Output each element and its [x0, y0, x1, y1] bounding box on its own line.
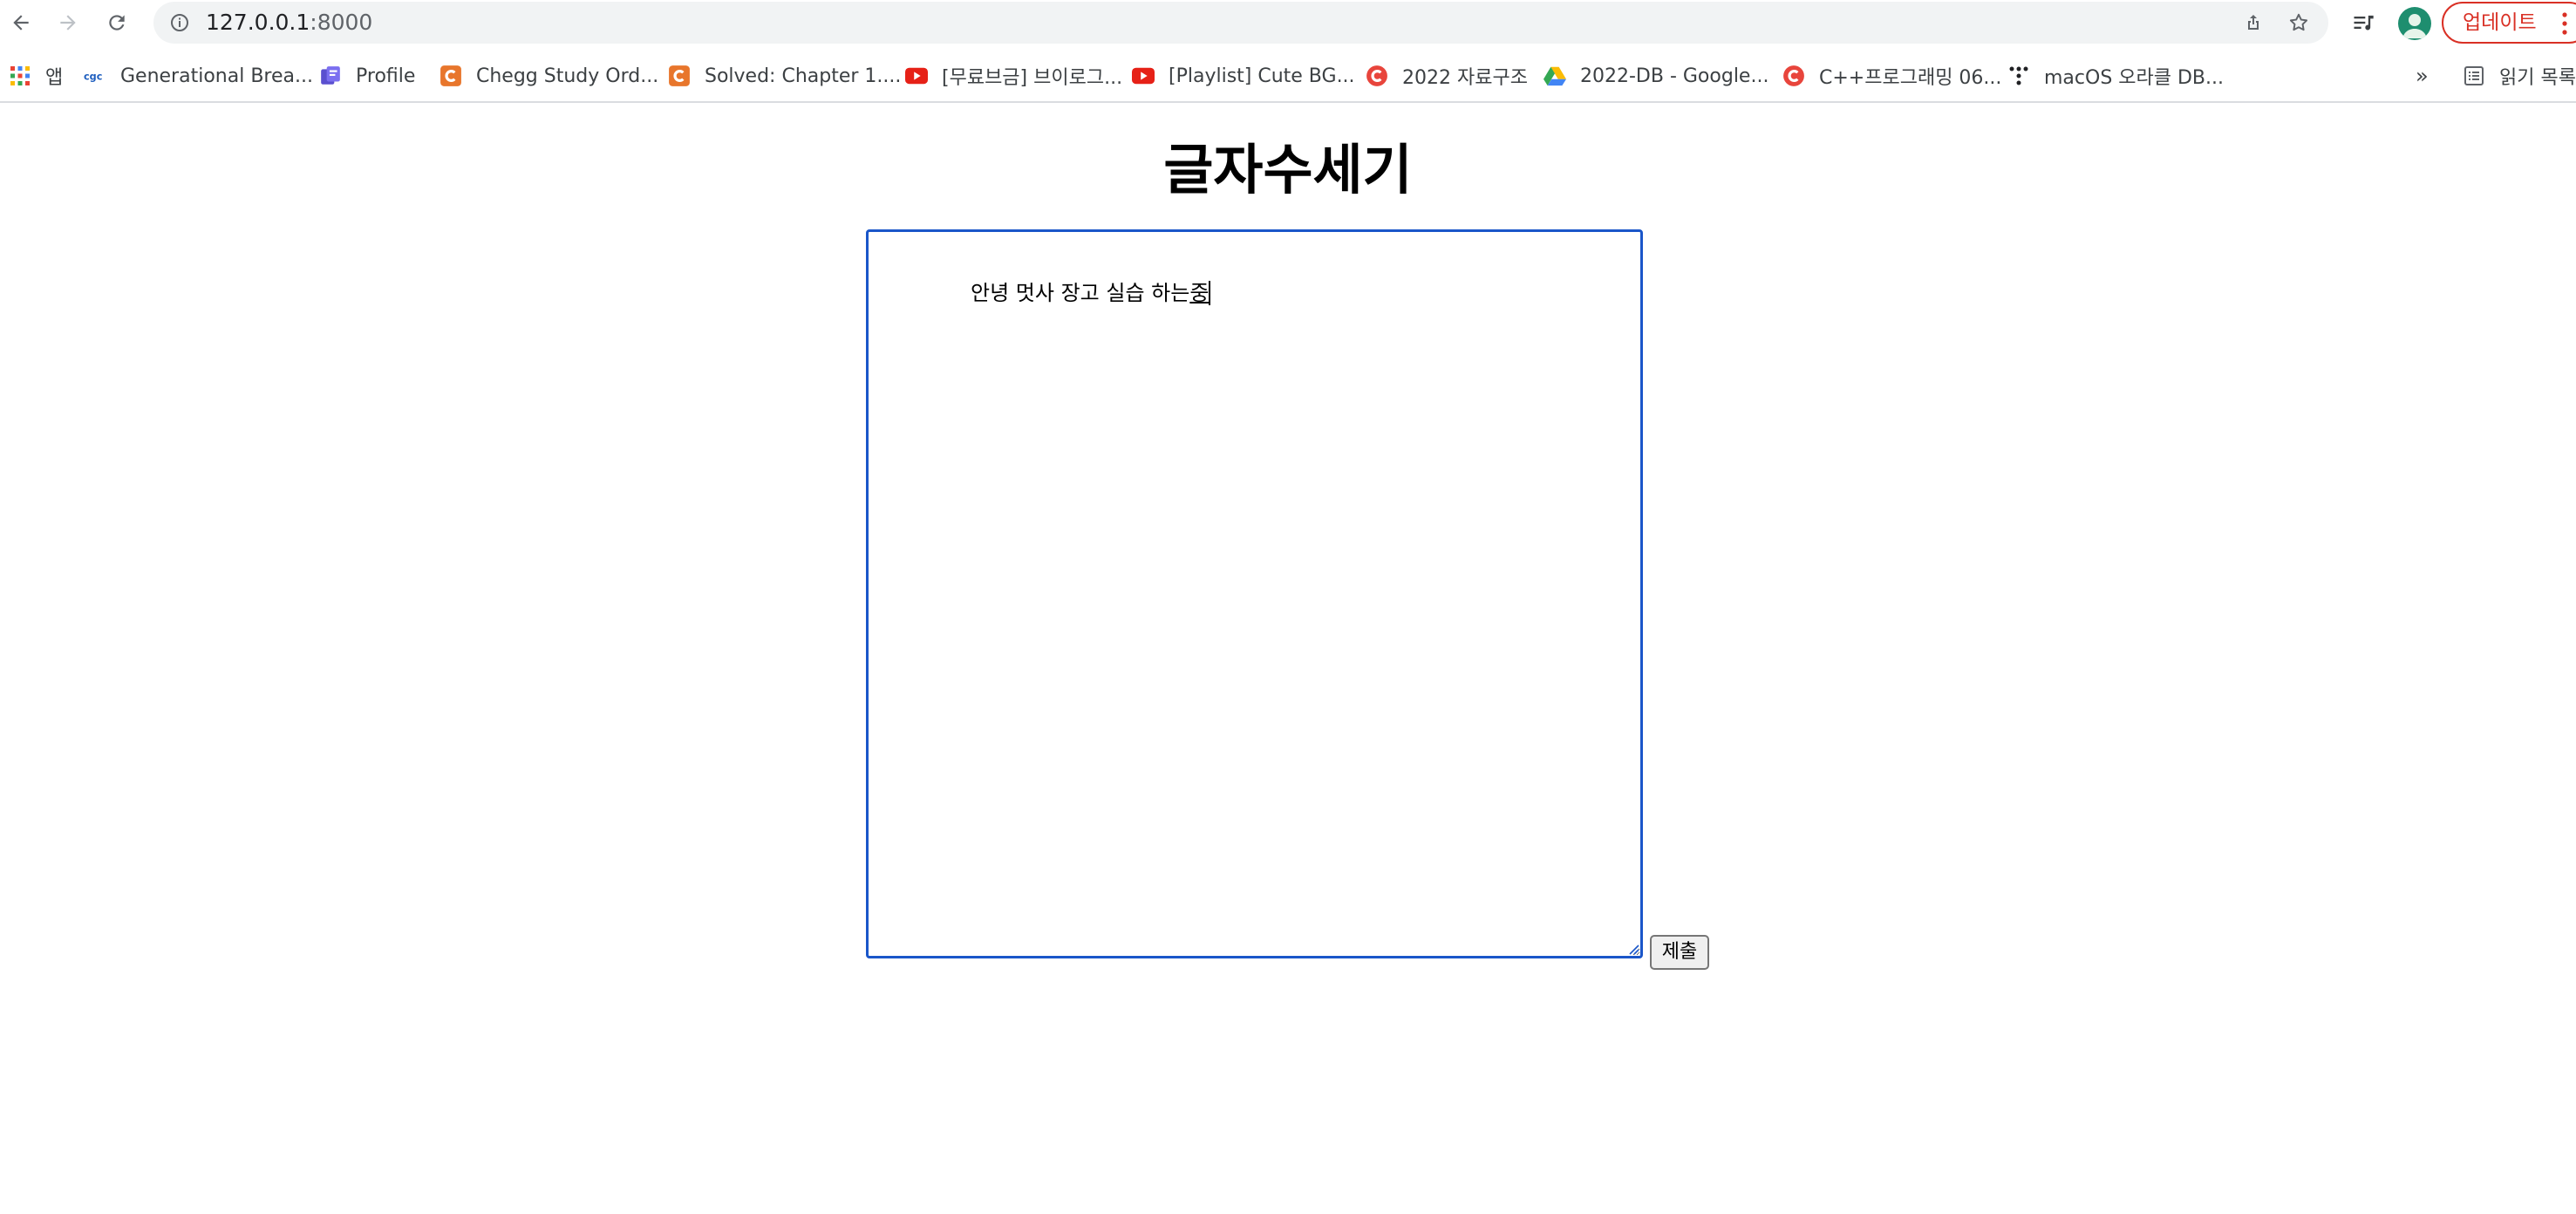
bookmark-free-bgm[interactable]: [무료브금] 브이로그...: [905, 61, 1122, 91]
bookmarks-overflow-button[interactable]: »: [2416, 61, 2429, 91]
page-title: 글자수세기: [1163, 138, 1413, 201]
forward-icon[interactable]: [51, 5, 85, 40]
back-icon[interactable]: [3, 5, 38, 40]
share-icon[interactable]: [2241, 10, 2266, 35]
c-logo-icon: [1782, 65, 1805, 87]
url-text: 127.0.0.1:8000: [206, 10, 372, 35]
address-bar[interactable]: 127.0.0.1:8000: [153, 2, 2328, 44]
chegg-icon: [440, 65, 462, 87]
bookmark-generational[interactable]: cgc Generational Brea...: [84, 61, 313, 91]
bookmark-label: macOS 오라클 DB...: [2044, 67, 2225, 89]
reload-icon[interactable]: [99, 5, 134, 40]
bookmark-label: Profile: [356, 65, 416, 87]
submit-button[interactable]: 제출: [1650, 935, 1709, 970]
youtube-icon: [1132, 65, 1155, 87]
bookmarks-overflow-label: »: [2416, 64, 2429, 88]
cgc-logo-icon: cgc: [84, 65, 106, 87]
apps-grid-icon: [9, 65, 31, 87]
bookmark-macos-oracle[interactable]: macOS 오라클 DB...: [2007, 61, 2224, 91]
svg-text:cgc: cgc: [84, 71, 102, 82]
update-button-label: 업데이트: [2463, 11, 2537, 34]
bookmark-label: 앱: [45, 67, 64, 89]
update-button[interactable]: 업데이트: [2442, 2, 2576, 44]
bookmark-label: Chegg Study Ord...: [476, 65, 659, 87]
browser-chrome: 127.0.0.1:8000 업데이트 앱 cgc Generational B…: [0, 0, 2576, 103]
bookmark-label: C++프로그래밍 06...: [1819, 67, 2002, 89]
bookmark-label: 2022 자료구조: [1402, 67, 1528, 89]
reading-list-button[interactable]: 읽기 목록: [2463, 61, 2576, 91]
url-port: :8000: [310, 10, 373, 35]
composing-character: 중: [1189, 281, 1211, 305]
bookmark-label: [Playlist] Cute BG...: [1169, 65, 1355, 87]
youtube-icon: [905, 65, 928, 87]
bookmark-db-google[interactable]: 2022-DB - Google...: [1544, 61, 1768, 91]
bookmark-label: Generational Brea...: [120, 65, 313, 87]
more-menu-icon[interactable]: [2562, 11, 2567, 36]
google-drive-icon: [1544, 65, 1566, 87]
bookmark-star-icon[interactable]: [2286, 10, 2311, 35]
bookmark-label: 2022-DB - Google...: [1580, 65, 1769, 87]
bookmark-label: Solved: Chapter 1....: [705, 65, 902, 87]
url-host: 127.0.0.1: [206, 10, 310, 35]
bookmark-playlist-bgm[interactable]: [Playlist] Cute BG...: [1132, 61, 1355, 91]
bookmark-solved-chapter[interactable]: Solved: Chapter 1....: [668, 61, 901, 91]
bookmark-label: [무료브금] 브이로그...: [942, 67, 1123, 89]
bookmarks-bar: 앱 cgc Generational Brea... Profile Chegg…: [0, 54, 2576, 98]
bookmark-apps[interactable]: 앱: [9, 61, 63, 91]
dots-logo-icon: [2007, 65, 2030, 87]
resize-handle-icon[interactable]: [1627, 943, 1639, 955]
bookmark-chegg-study[interactable]: Chegg Study Ord...: [440, 61, 658, 91]
chegg-icon: [668, 65, 691, 87]
profile-app-icon: [319, 65, 342, 87]
site-info-icon[interactable]: [169, 12, 190, 33]
bookmark-profile[interactable]: Profile: [319, 61, 415, 91]
browser-toolbar: 127.0.0.1:8000 업데이트: [0, 0, 2576, 45]
textarea-text: 안녕 멋사 장고 실습 하는: [971, 281, 1190, 305]
text-input-area[interactable]: 안녕 멋사 장고 실습 하는중: [866, 229, 1643, 958]
profile-avatar[interactable]: [2398, 7, 2431, 40]
reading-list-label: 읽기 목록: [2499, 67, 2576, 89]
c-logo-icon: [1366, 65, 1388, 87]
bookmark-cpp-programming[interactable]: C++프로그래밍 06...: [1782, 61, 2001, 91]
media-control-icon[interactable]: [2348, 7, 2379, 38]
reading-list-icon: [2463, 65, 2485, 87]
bookmark-data-structures[interactable]: 2022 자료구조: [1366, 61, 1528, 91]
